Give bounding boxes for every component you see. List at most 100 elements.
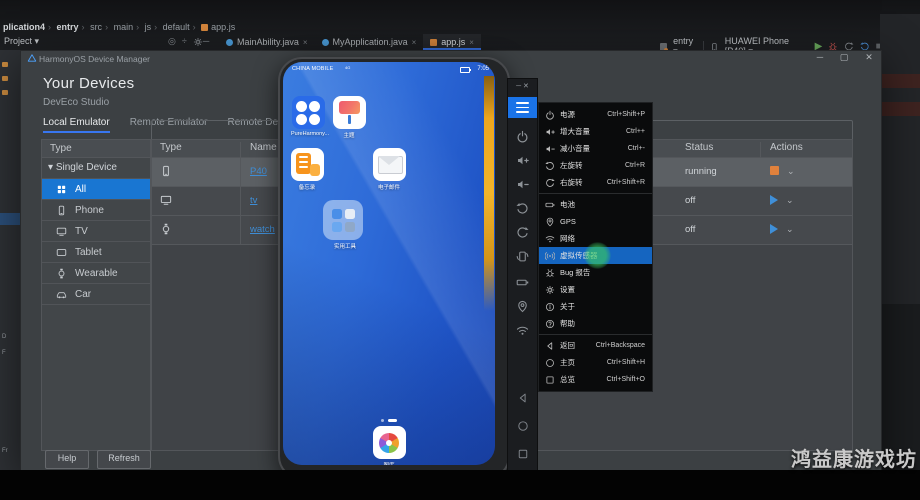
sidebar-item-wearable[interactable]: Wearable <box>42 263 150 284</box>
close-icon[interactable]: × <box>303 38 308 47</box>
phone-screen[interactable]: CHINA MOBILE 4G 7:05 PureHarmony... 主题 备… <box>283 62 495 465</box>
tab-local-emulator[interactable]: Local Emulator <box>43 117 110 131</box>
maximize-button[interactable]: ▢ <box>837 52 851 63</box>
device-name-link[interactable]: watch <box>250 224 275 235</box>
emulator-window-controls: ─ ✕ <box>508 82 537 90</box>
app-pureharmony[interactable]: PureHarmony... <box>291 96 325 137</box>
clock-label: 7:05 <box>477 66 489 72</box>
app-themes[interactable]: 主题 <box>332 96 366 139</box>
breadcrumb-item[interactable]: entry <box>57 22 79 32</box>
editor-sliver <box>880 14 920 470</box>
gear-icon[interactable] <box>193 37 203 47</box>
emulator-menu-button[interactable] <box>508 97 537 118</box>
minimize-button[interactable]: ─ <box>516 83 521 90</box>
tab-appjs[interactable]: app.js × <box>423 34 481 50</box>
menu-item-settings[interactable]: 设置 <box>539 281 652 298</box>
utilities-folder-icon <box>323 200 363 240</box>
watermark: 鸿益康游戏坊 <box>791 443 917 472</box>
menu-item-back[interactable]: 返回 Ctrl+Backspace <box>539 337 652 354</box>
sidebar-item-tablet[interactable]: Tablet <box>42 242 150 263</box>
menu-item-overview[interactable]: 总览 Ctrl+Shift+O <box>539 371 652 388</box>
folder-utilities[interactable]: 实用工具 <box>323 200 367 250</box>
menu-item-gps[interactable]: GPS <box>539 213 652 230</box>
battery-icon <box>460 67 470 73</box>
minimize-button[interactable]: ─ <box>813 52 827 62</box>
breadcrumb-item[interactable]: plication4 <box>3 22 45 32</box>
menu-item-battery[interactable]: 电池 <box>539 196 652 213</box>
close-icon[interactable]: × <box>412 38 417 47</box>
home-button[interactable] <box>508 415 537 437</box>
app-email[interactable]: 电子邮件 <box>372 148 406 191</box>
menu-item-about[interactable]: 关于 <box>539 298 652 315</box>
overview-icon <box>545 375 555 385</box>
menu-item-home[interactable]: 主页 Ctrl+Shift+H <box>539 354 652 371</box>
locate-icon[interactable]: ◎ <box>168 36 182 46</box>
tab-mainability[interactable]: MainAbility.java × <box>219 34 315 50</box>
wifi-button[interactable] <box>508 319 537 341</box>
close-icon[interactable]: × <box>469 38 474 47</box>
breadcrumb-item[interactable]: main <box>114 22 134 32</box>
menu-item-volume-down[interactable]: 减小音量 Ctrl+- <box>539 140 652 157</box>
device-type-tree: Type ▾ Single Device All Phone TV Tablet… <box>41 139 151 451</box>
tablet-icon <box>56 247 67 258</box>
help-button[interactable]: Help <box>45 450 89 469</box>
chevron-down-icon[interactable]: ⌄ <box>787 166 795 176</box>
menu-item-help[interactable]: 帮助 <box>539 315 652 332</box>
tree-header: Type <box>42 140 150 158</box>
watch-icon <box>160 223 172 235</box>
hide-panel-icon[interactable]: ─ <box>203 36 215 46</box>
breadcrumb-item[interactable]: js <box>145 22 152 32</box>
device-name-link[interactable]: P40 <box>250 166 267 177</box>
sidebar-item-tv[interactable]: TV <box>42 221 150 242</box>
tree-group-single-device[interactable]: ▾ Single Device <box>42 158 150 179</box>
menu-separator <box>539 193 652 194</box>
breadcrumb-item[interactable]: app.js <box>211 22 235 32</box>
caret-down-icon: ▾ <box>35 36 40 46</box>
menu-item-rotate-right[interactable]: 右旋转 Ctrl+Shift+R <box>539 174 652 191</box>
menu-separator <box>539 334 652 335</box>
close-button[interactable]: ✕ <box>862 52 876 63</box>
refresh-button[interactable]: Refresh <box>97 450 151 469</box>
back-button[interactable] <box>508 387 537 409</box>
project-panel-toolbar: ◎÷ ─ <box>168 36 215 47</box>
sidebar-item-phone[interactable]: Phone <box>42 200 150 221</box>
project-tool-window-selector[interactable]: Project ▾ <box>4 36 39 47</box>
rotate-left-icon <box>545 161 555 171</box>
rotate-right-button[interactable] <box>508 221 537 243</box>
app-memo[interactable]: 备忘录 <box>290 148 324 191</box>
memo-app-icon <box>291 148 324 181</box>
js-file-icon <box>430 39 437 46</box>
breadcrumb-separator-icon: › <box>82 22 85 32</box>
tab-myapplication[interactable]: MyApplication.java × <box>315 34 424 50</box>
close-button[interactable]: ✕ <box>523 83 529 90</box>
device-name-link[interactable]: tv <box>250 195 257 206</box>
menu-item-rotate-left[interactable]: 左旋转 Ctrl+R <box>539 157 652 174</box>
sidebar-item-car[interactable]: Car <box>42 284 150 305</box>
menu-item-volume-up[interactable]: 增大音量 Ctrl++ <box>539 123 652 140</box>
volume-up-button[interactable] <box>508 149 537 171</box>
rotate-screen-button[interactable] <box>508 245 537 267</box>
battery-button[interactable] <box>508 271 537 293</box>
app-gallery[interactable]: 图库 <box>372 426 406 465</box>
rotate-left-button[interactable] <box>508 197 537 219</box>
selected-tree-row <box>0 213 20 225</box>
collapse-icon[interactable]: ÷ <box>182 36 193 46</box>
play-action-button[interactable] <box>770 195 778 205</box>
gps-button[interactable] <box>508 295 537 317</box>
home-icon <box>545 358 555 368</box>
menu-item-power[interactable]: 电源 Ctrl+Shift+P <box>539 106 652 123</box>
breadcrumb-item[interactable]: src <box>90 22 102 32</box>
chevron-down-icon[interactable]: ⌄ <box>786 195 794 205</box>
volume-down-button[interactable] <box>508 173 537 195</box>
java-ability-icon <box>226 39 233 46</box>
chevron-down-icon[interactable]: ⌄ <box>786 224 794 234</box>
play-action-button[interactable] <box>770 224 778 234</box>
overview-button[interactable] <box>508 443 537 465</box>
sidebar-item-all[interactable]: All <box>42 179 150 200</box>
col-actions: Actions <box>770 142 803 153</box>
battery-icon <box>545 200 555 210</box>
stop-action-button[interactable] <box>770 166 779 175</box>
power-button[interactable] <box>508 125 537 147</box>
breadcrumb-item[interactable]: default <box>163 22 190 32</box>
sensors-icon <box>545 251 555 261</box>
